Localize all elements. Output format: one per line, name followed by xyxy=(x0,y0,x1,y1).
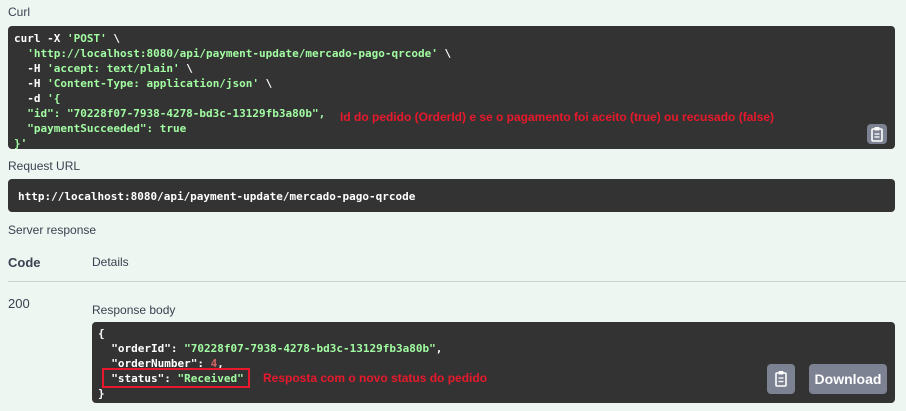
request-url-title: Request URL xyxy=(8,159,81,173)
response-copy-button[interactable] xyxy=(767,364,795,394)
curl-code-token: \ xyxy=(106,32,120,45)
curl-code-token: 'accept: text/plain' xyxy=(47,62,180,75)
curl-code-line: -H 'accept: text/plain' \ xyxy=(14,61,193,76)
curl-code-line: -d '{ xyxy=(14,91,60,106)
curl-code-block: curl -X 'POST' \ 'http://localhost:8080/… xyxy=(8,26,895,151)
response-code-token: { xyxy=(98,327,105,340)
details-column-header: Details xyxy=(92,255,129,269)
curl-code-line: curl -X 'POST' \ xyxy=(14,31,120,46)
curl-section-title: Curl xyxy=(8,5,31,19)
request-url-value: http://localhost:8080/api/payment-update… xyxy=(18,190,416,203)
server-response-title: Server response xyxy=(8,223,97,237)
curl-code-token: "id": "70228f07-7938-4278-bd3c-13129fb3a… xyxy=(14,107,326,120)
clipboard-icon xyxy=(871,127,883,142)
response-body-block: { "orderId": "70228f07-7938-4278-bd3c-13… xyxy=(92,322,895,403)
curl-code-token: -d xyxy=(14,92,48,105)
response-code-line: } xyxy=(98,386,105,401)
curl-code-token: \ xyxy=(437,47,452,60)
curl-code-token: -H xyxy=(14,77,48,90)
response-annotation: Resposta com o novo status do pedido xyxy=(263,371,488,385)
response-code-token: "orderId": xyxy=(98,342,185,355)
curl-code-token: 'Content-Type: application/json' xyxy=(47,77,260,90)
curl-code-line: 'http://localhost:8080/api/payment-updat… xyxy=(14,46,451,61)
response-code-token: , xyxy=(435,342,443,355)
clipboard-icon xyxy=(775,371,787,387)
curl-code-token: 'http://localhost:8080/api/payment-updat… xyxy=(27,47,438,60)
request-url-block: http://localhost:8080/api/payment-update… xyxy=(8,179,895,212)
curl-code-line: "id": "70228f07-7938-4278-bd3c-13129fb3a… xyxy=(14,106,325,121)
header-divider xyxy=(8,281,906,282)
curl-code-token: \ xyxy=(259,77,273,90)
response-status-code: 200 xyxy=(8,296,30,311)
response-body-title: Response body xyxy=(92,303,176,317)
curl-code-token: \ xyxy=(179,62,193,75)
curl-code-line: "paymentSucceeded": true xyxy=(14,121,186,136)
response-code-line: "orderId": "70228f07-7938-4278-bd3c-1312… xyxy=(98,341,442,356)
curl-code-token: "paymentSucceeded": true xyxy=(14,122,187,135)
status-highlight-box xyxy=(102,368,250,388)
curl-code-token xyxy=(14,47,27,60)
response-code-token: } xyxy=(98,387,105,400)
download-button[interactable]: Download xyxy=(809,364,887,394)
code-column-header: Code xyxy=(8,255,41,270)
curl-copy-button[interactable] xyxy=(867,124,887,144)
curl-annotation: Id do pedido (OrderId) e se o pagamento … xyxy=(340,110,775,124)
response-code-token: "70228f07-7938-4278-bd3c-13129fb3a80b" xyxy=(184,342,436,355)
curl-code-line: }' xyxy=(14,136,27,151)
curl-code-token: -H xyxy=(14,62,48,75)
curl-code-token: curl -X xyxy=(14,32,67,45)
curl-code-token: }' xyxy=(14,137,28,150)
curl-code-token: 'POST' xyxy=(66,32,107,45)
response-code-line: { xyxy=(98,326,105,341)
curl-code-line: -H 'Content-Type: application/json' \ xyxy=(14,76,272,91)
curl-code-token: '{ xyxy=(47,92,61,105)
